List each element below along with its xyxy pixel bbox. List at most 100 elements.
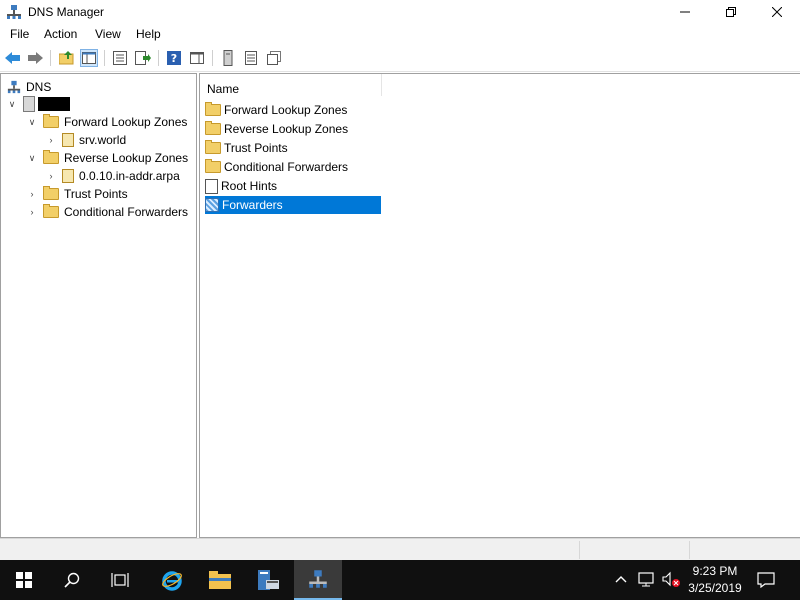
export-list-button[interactable] [134,49,152,67]
chevron-right-icon[interactable]: › [27,189,37,199]
server-manager-button[interactable] [244,560,292,600]
svg-text:?: ? [171,52,177,65]
list-item-label: Conditional Forwarders [224,160,349,174]
folder-up-icon [59,51,74,65]
search-button[interactable] [48,560,96,600]
list-item-trust-points[interactable]: Trust Points [205,139,381,157]
server-button[interactable] [219,49,237,67]
menu-action[interactable]: Action [44,27,77,41]
minimize-icon [680,11,690,13]
properties-button[interactable] [111,49,129,67]
properties-icon [113,51,127,65]
tree-item-label: 0.0.10.in-addr.arpa [79,169,180,183]
folder-icon [205,159,221,173]
chevron-right-icon[interactable]: › [46,135,56,145]
server-manager-icon [258,570,279,590]
forward-button[interactable] [26,49,44,67]
menu-view[interactable]: View [95,27,121,41]
chevron-right-icon[interactable]: › [27,207,37,217]
tree-item-reverse-zone[interactable]: › 0.0.10.in-addr.arpa [46,167,180,185]
task-view-icon [111,573,129,587]
chevron-down-icon[interactable]: ∨ [27,117,37,127]
volume-button[interactable] [661,571,681,589]
chevron-down-icon[interactable]: ∨ [7,99,17,109]
back-button[interactable] [4,49,22,67]
windows-logo-icon [16,572,32,588]
network-icon [638,572,654,587]
column-header-name[interactable]: Name [207,82,239,96]
toolbar: ? [0,45,800,72]
clock-time[interactable]: 9:23 PM [684,564,746,578]
dns-icon [7,80,21,94]
column-divider[interactable] [381,74,382,96]
close-icon [772,7,782,17]
list-item-root-hints[interactable]: Root Hints [205,177,381,195]
export-icon [135,51,151,65]
tree-item-label: srv.world [79,133,127,147]
tree-item-label: Forward Lookup Zones [64,115,188,129]
menu-help[interactable]: Help [136,27,161,41]
list-item-conditional-forwarders[interactable]: Conditional Forwarders [205,158,381,176]
show-hidden-icons-button[interactable] [614,572,630,588]
internet-explorer-button[interactable] [148,560,196,600]
status-bar [0,538,800,561]
records-button[interactable] [242,49,260,67]
list-item-label: Root Hints [221,179,278,193]
dns-app-icon [7,5,21,19]
tree-item-forward-lookup-zones[interactable]: ∨ Forward Lookup Zones [27,113,187,131]
records-icon [245,51,257,65]
clock-date[interactable]: 3/25/2019 [684,581,746,595]
file-explorer-button[interactable] [196,560,244,600]
task-view-button[interactable] [96,560,144,600]
start-button[interactable] [0,560,48,600]
search-icon [64,572,80,588]
tree-item-reverse-lookup-zones[interactable]: ∨ Reverse Lookup Zones [27,149,188,167]
action-pane-button[interactable] [188,49,206,67]
show-hide-tree-button[interactable] [80,49,98,67]
tree-item-label: Trust Points [64,187,128,201]
menu-bar: File Action View Help [0,24,800,44]
toolbar-separator [158,50,159,66]
console-tree-icon [82,52,96,64]
tree-item-server[interactable]: ∨ [7,95,70,113]
file-explorer-icon [209,571,231,589]
dns-manager-taskbar-button[interactable] [294,560,342,600]
list-item-forwarders[interactable]: Forwarders [205,196,381,214]
help-icon: ? [167,51,181,65]
volume-muted-icon [662,571,680,587]
title-bar: DNS Manager [0,0,800,24]
list-item-label: Trust Points [224,141,288,155]
menu-file[interactable]: File [10,27,29,41]
tree-item-conditional-forwarders[interactable]: › Conditional Forwarders [27,203,188,221]
zone-icon [62,133,74,147]
chevron-down-icon[interactable]: ∨ [27,153,37,163]
folder-icon [205,102,221,116]
tree-item-trust-points[interactable]: › Trust Points [27,185,128,203]
folder-icon [43,186,59,200]
list-item-label: Forward Lookup Zones [224,103,348,117]
folder-icon [205,121,221,135]
copy-records-button[interactable] [265,49,283,67]
server-icon [23,96,35,112]
console-tree: DNS ∨ ∨ Forward Lookup Zones › srv.world… [0,73,197,538]
window-title: DNS Manager [28,5,105,19]
tree-item-dns-root[interactable]: DNS [7,78,51,96]
status-divider [579,541,581,559]
list-item-reverse-lookup-zones[interactable]: Reverse Lookup Zones [205,120,381,138]
list-item-forward-lookup-zones[interactable]: Forward Lookup Zones [205,101,381,119]
chevron-up-icon [615,576,627,583]
network-status-button[interactable] [638,571,658,589]
close-button[interactable] [754,0,800,24]
restore-icon [726,7,736,17]
tree-item-srv-world[interactable]: › srv.world [46,131,126,149]
root-hints-icon [205,178,218,194]
action-center-button[interactable] [744,560,788,600]
status-divider [689,541,691,559]
help-button[interactable]: ? [165,49,183,67]
restore-button[interactable] [708,0,754,24]
taskbar: 9:23 PM 3/25/2019 [0,560,800,600]
chevron-right-icon[interactable]: › [46,171,56,181]
up-level-button[interactable] [58,49,76,67]
folder-icon [43,150,59,164]
minimize-button[interactable] [662,0,708,24]
